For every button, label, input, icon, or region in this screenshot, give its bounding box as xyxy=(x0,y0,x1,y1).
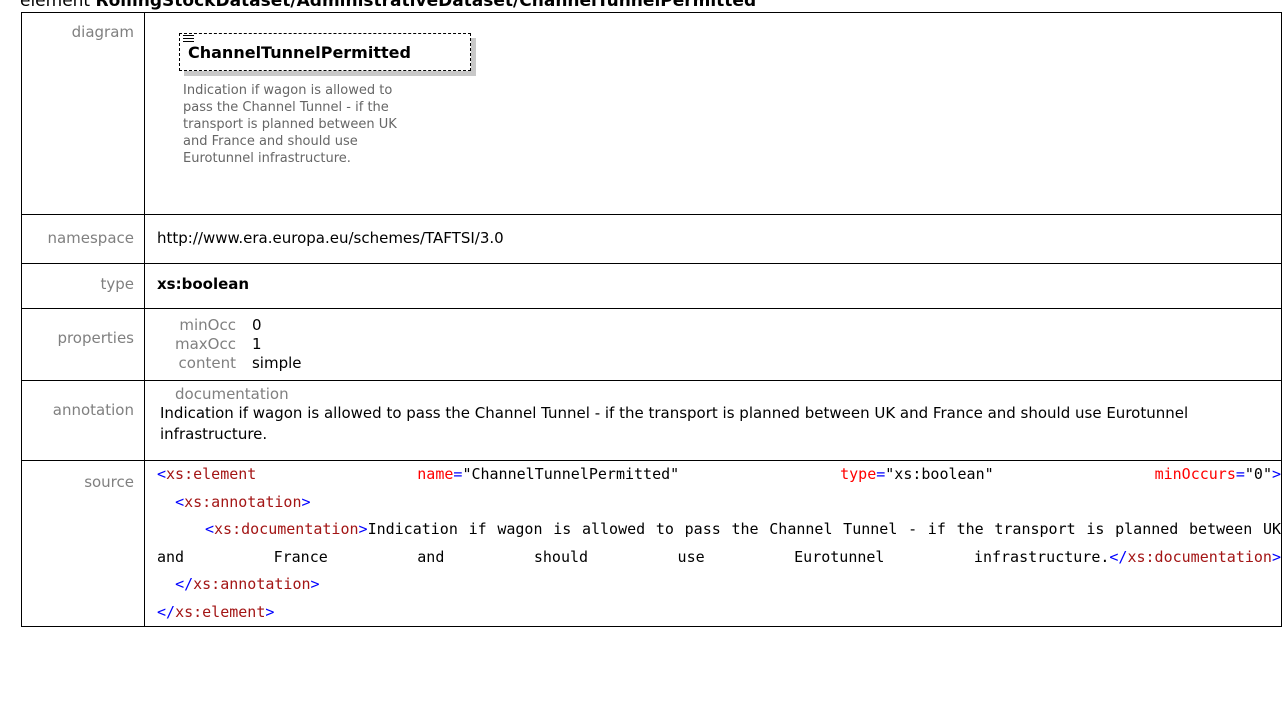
source-line-6: </xs:annotation> xyxy=(175,575,320,593)
property-value: simple xyxy=(251,354,302,372)
element-node-name: ChannelTunnelPermitted xyxy=(188,43,411,62)
annotation-heading: documentation xyxy=(175,385,289,403)
diagram-doc-line: and France and should use xyxy=(183,134,358,149)
property-value: 0 xyxy=(251,316,262,334)
diagram-doc: Indication if wagon is allowed to pass t… xyxy=(183,82,483,167)
diagram-doc-line: pass the Channel Tunnel - if the xyxy=(183,100,389,115)
type-value[interactable]: xs:boolean xyxy=(144,263,1282,309)
property-row: content simple xyxy=(175,354,302,373)
row-label-annotation: annotation xyxy=(21,380,145,461)
properties-row: properties minOcc 0 maxOcc 1 content simple xyxy=(21,308,1282,381)
source-code[interactable]: <xs:element name="ChannelTunnelPermitted… xyxy=(144,460,1282,627)
row-label-namespace: namespace xyxy=(21,214,145,264)
property-key: minOcc xyxy=(179,316,236,334)
property-row: minOcc 0 xyxy=(175,316,302,335)
annotation-row: annotation documentation Indication if w… xyxy=(21,380,1282,461)
properties-table: minOcc 0 maxOcc 1 content simple xyxy=(175,316,302,373)
namespace-row: namespace http://www.era.europa.eu/schem… xyxy=(21,214,1282,264)
element-node[interactable]: ChannelTunnelPermitted xyxy=(179,33,471,71)
diagram-row: diagram ChannelTunnelPermitted Indicatio… xyxy=(21,12,1282,215)
properties-cell: minOcc 0 maxOcc 1 content simple xyxy=(144,308,1282,381)
source-line-7: </xs:element> xyxy=(157,602,275,621)
diagram: ChannelTunnelPermitted Indication if wag… xyxy=(157,13,1281,198)
namespace-value[interactable]: http://www.era.europa.eu/schemes/TAFTSI/… xyxy=(144,214,1282,264)
diagram-doc-line: transport is planned between UK xyxy=(183,117,397,132)
type-row: type xs:boolean xyxy=(21,263,1282,309)
row-label-source: source xyxy=(21,460,145,627)
annotation-text: Indication if wagon is allowed to pass t… xyxy=(160,404,1189,443)
property-key: content xyxy=(178,354,236,372)
source-row: source <xs:element name="ChannelTunnelPe… xyxy=(21,460,1282,627)
diagram-doc-line: Indication if wagon is allowed to xyxy=(183,83,393,98)
header-prefix: element xyxy=(20,0,91,11)
row-label-properties: properties xyxy=(21,308,145,381)
source-line-2: <xs:annotation> xyxy=(175,492,311,511)
property-value: 1 xyxy=(251,335,262,353)
property-key: maxOcc xyxy=(175,335,236,353)
diagram-doc-line: Eurotunnel infrastructure. xyxy=(183,151,351,166)
row-label-diagram: diagram xyxy=(21,12,145,215)
header-path: RollingStockDataset/AdministrativeDatase… xyxy=(95,0,757,11)
annotation-cell: documentation Indication if wagon is all… xyxy=(144,380,1282,461)
row-label-type: type xyxy=(21,263,145,309)
diagram-cell: ChannelTunnelPermitted Indication if wag… xyxy=(144,12,1282,215)
source-line-1: <xs:element name="ChannelTunnelPermitted… xyxy=(157,465,1282,483)
page-header: element RollingStockDataset/Administrati… xyxy=(20,0,756,11)
element-doc-table: diagram ChannelTunnelPermitted Indicatio… xyxy=(21,12,1282,627)
property-row: maxOcc 1 xyxy=(175,335,302,354)
source-doc-block: <xs:documentation>Indication if wagon is… xyxy=(157,520,1281,566)
